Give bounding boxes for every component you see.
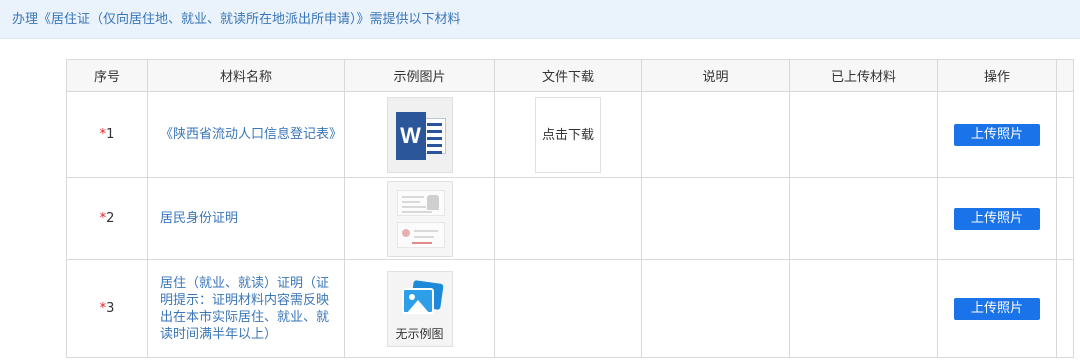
note-cell xyxy=(641,259,790,358)
column-header-note: 说明 xyxy=(641,59,790,92)
material-name-link[interactable]: 居住（就业、就读）证明（证明提示：证明材料内容需反映出在本市实际居住、就业、就读… xyxy=(147,259,345,358)
uploaded-cell xyxy=(789,91,938,178)
page-header: 办理《居住证（仅向居住地、就业、就读所在地派出所申请）》需提供以下材料 xyxy=(0,0,1080,39)
upload-photo-button[interactable]: 上传照片 xyxy=(954,123,1040,146)
note-cell xyxy=(641,177,790,260)
uploaded-cell xyxy=(789,259,938,358)
no-example-caption: 无示例图 xyxy=(395,326,444,341)
material-name-link[interactable]: 《陕西省流动人口信息登记表》 xyxy=(147,91,345,178)
word-document-icon[interactable]: W xyxy=(386,96,453,173)
example-cell: 无示例图 xyxy=(344,259,495,358)
id-card-front xyxy=(396,189,445,216)
no-image-icon[interactable]: 无示例图 xyxy=(386,270,453,347)
column-header-name: 材料名称 xyxy=(147,59,345,92)
download-cell xyxy=(494,177,642,260)
row-index: 3 xyxy=(106,301,115,316)
example-cell xyxy=(344,177,495,260)
row-index: 1 xyxy=(106,127,115,142)
extra-cell xyxy=(1056,259,1074,358)
image-placeholder-icon xyxy=(401,279,444,316)
column-header-extra xyxy=(1056,59,1074,92)
column-header-index: 序号 xyxy=(66,59,148,92)
action-cell: 上传照片 xyxy=(937,177,1057,260)
upload-photo-button[interactable]: 上传照片 xyxy=(954,297,1040,320)
download-button[interactable]: 点击下载 xyxy=(535,96,601,173)
row-index-cell: *3 xyxy=(66,259,148,358)
upload-photo-button[interactable]: 上传照片 xyxy=(954,207,1040,230)
extra-cell xyxy=(1056,91,1074,178)
row-index-cell: *1 xyxy=(66,91,148,178)
download-cell: 点击下载 xyxy=(494,91,642,178)
column-header-action: 操作 xyxy=(937,59,1057,92)
table-header-row: 序号 材料名称 示例图片 文件下载 说明 已上传材料 操作 xyxy=(66,59,1074,92)
action-cell: 上传照片 xyxy=(937,259,1057,358)
example-cell: W xyxy=(344,91,495,178)
action-cell: 上传照片 xyxy=(937,91,1057,178)
uploaded-cell xyxy=(789,177,938,260)
word-logo: W xyxy=(395,111,446,160)
id-card-back xyxy=(396,221,445,248)
download-cell xyxy=(494,259,642,358)
page-title: 办理《居住证（仅向居住地、就业、就读所在地派出所申请）》需提供以下材料 xyxy=(12,12,461,27)
material-name-link[interactable]: 居民身份证明 xyxy=(147,177,345,260)
table-row: *2 居民身份证明 上传照片 xyxy=(66,177,1074,260)
table-row: *3 居住（就业、就读）证明（证明提示：证明材料内容需反映出在本市实际居住、就业… xyxy=(66,259,1074,358)
column-header-example: 示例图片 xyxy=(344,59,495,92)
extra-cell xyxy=(1056,177,1074,260)
row-index: 2 xyxy=(106,211,115,226)
table-row: *1 《陕西省流动人口信息登记表》 W 点击下载 上传照片 xyxy=(66,91,1074,178)
materials-table: 序号 材料名称 示例图片 文件下载 说明 已上传材料 操作 *1 《陕西省流动人… xyxy=(66,59,1074,358)
note-cell xyxy=(641,91,790,178)
id-card-thumbnail[interactable] xyxy=(386,180,453,257)
column-header-uploaded: 已上传材料 xyxy=(789,59,938,92)
column-header-download: 文件下载 xyxy=(494,59,642,92)
row-index-cell: *2 xyxy=(66,177,148,260)
